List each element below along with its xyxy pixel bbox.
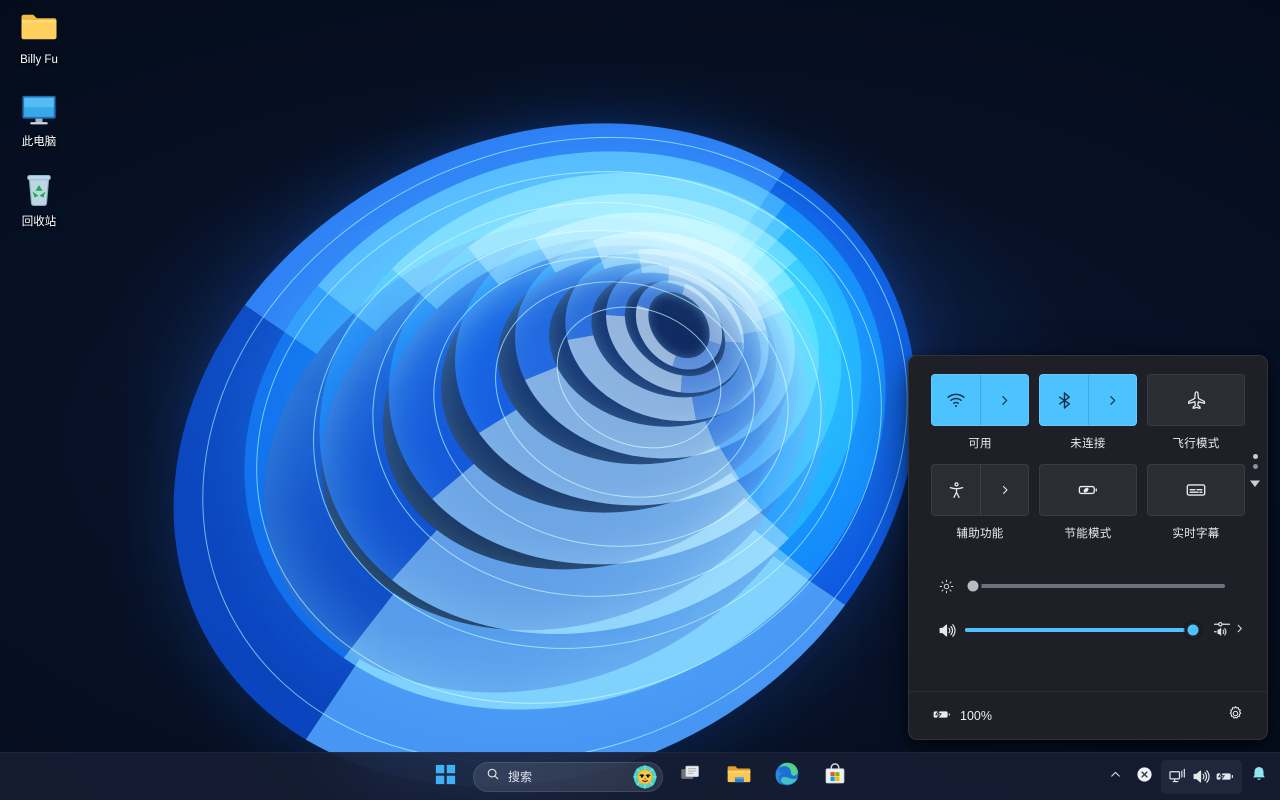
tray-overflow-button[interactable] (1103, 761, 1128, 793)
system-tray (1103, 753, 1274, 800)
quick-tile-energy-saver: 节能模式 (1039, 464, 1137, 554)
desktop[interactable]: Billy Fu 此电脑 回收站 (0, 0, 1280, 800)
energy-saver-toggle-button[interactable] (1040, 465, 1136, 515)
quick-settings-footer: 100% (909, 691, 1267, 739)
quick-settings-tile-grid: 可用 (909, 356, 1267, 554)
live-captions-tile-label: 实时字幕 (1172, 525, 1219, 541)
network-icon[interactable] (1168, 767, 1187, 786)
pager-dot-1[interactable] (1253, 454, 1258, 459)
microsoft-store-button[interactable] (815, 757, 855, 797)
search-input[interactable]: 搜索 (508, 768, 624, 785)
brightness-icon (931, 579, 961, 594)
desktop-icon-label: 此电脑 (2, 135, 76, 149)
battery-charging-icon[interactable] (1214, 766, 1235, 787)
chevron-right-icon (999, 484, 1011, 496)
chevron-down-icon[interactable] (1249, 475, 1261, 493)
search-icon (486, 767, 500, 786)
close-circle-icon (1136, 766, 1153, 788)
desktop-icon-label: 回收站 (2, 215, 76, 229)
volume-icon (931, 621, 961, 640)
bluetooth-expand-button[interactable] (1088, 375, 1136, 425)
accessibility-tile[interactable] (931, 464, 1029, 516)
store-icon (823, 762, 847, 791)
chevron-right-icon[interactable] (1234, 621, 1245, 639)
gear-icon (1227, 709, 1244, 726)
energy-saver-tile[interactable] (1039, 464, 1137, 516)
file-explorer-button[interactable] (719, 757, 759, 797)
edge-icon (774, 761, 800, 792)
airplane-toggle-button[interactable] (1148, 375, 1244, 425)
chevron-right-icon (1106, 394, 1119, 407)
bluetooth-icon (1055, 391, 1074, 410)
taskbar-center-group: 搜索 (425, 753, 855, 800)
pager-dot-2[interactable] (1253, 464, 1258, 469)
wifi-expand-button[interactable] (980, 375, 1028, 425)
notifications-button[interactable] (1244, 761, 1274, 793)
bluetooth-tile-label: 未连接 (1070, 435, 1105, 451)
desktop-icon-label: Billy Fu (2, 53, 76, 67)
volume-output-selector[interactable] (1201, 618, 1245, 643)
volume-slider-fill (965, 628, 1193, 632)
folder-icon (2, 6, 76, 50)
task-view-icon (679, 762, 703, 791)
volume-slider-track[interactable] (965, 628, 1193, 632)
airplane-tile-label: 飞行模式 (1172, 435, 1219, 451)
airplane-tile[interactable] (1147, 374, 1245, 426)
wifi-icon (946, 390, 966, 410)
file-explorer-icon (726, 761, 752, 792)
search-box[interactable]: 搜索 (473, 762, 663, 792)
microsoft-edge-button[interactable] (767, 757, 807, 797)
bell-icon (1250, 765, 1268, 788)
battery-percent-label: 100% (960, 709, 992, 723)
brightness-slider-thumb[interactable] (964, 578, 981, 595)
energy-saver-icon (1077, 479, 1099, 501)
bluetooth-tile[interactable] (1039, 374, 1137, 426)
quick-tile-airplane: 飞行模式 (1147, 374, 1245, 464)
quick-settings-sliders (909, 554, 1267, 656)
brightness-slider-row[interactable] (931, 564, 1245, 608)
windows-logo-icon (435, 764, 456, 790)
accessibility-toggle-button[interactable] (932, 465, 980, 515)
quick-tile-accessibility: 辅助功能 (931, 464, 1029, 554)
chevron-up-icon (1109, 768, 1122, 786)
volume-slider-row[interactable] (931, 608, 1245, 652)
tray-status-group[interactable] (1161, 760, 1242, 794)
this-pc-monitor-icon (2, 88, 76, 132)
bluetooth-toggle-button[interactable] (1040, 375, 1088, 425)
lion-avatar-icon[interactable] (632, 764, 658, 790)
desktop-icon-recycle-bin[interactable]: 回收站 (2, 168, 76, 229)
live-captions-toggle-button[interactable] (1148, 465, 1244, 515)
accessibility-tile-label: 辅助功能 (956, 525, 1003, 541)
energy-saver-tile-label: 节能模式 (1064, 525, 1111, 541)
accessibility-expand-button[interactable] (980, 465, 1028, 515)
task-view-button[interactable] (671, 757, 711, 797)
quick-settings-pager[interactable] (1249, 454, 1261, 493)
wifi-tile[interactable] (931, 374, 1029, 426)
quick-settings-panel[interactable]: 可用 (908, 355, 1268, 740)
start-button[interactable] (425, 757, 465, 797)
brightness-slider-track[interactable] (965, 584, 1225, 588)
wifi-tile-label: 可用 (968, 435, 992, 451)
live-captions-icon (1185, 479, 1207, 501)
tray-status-button[interactable] (1130, 761, 1159, 793)
quick-tile-bluetooth: 未连接 (1039, 374, 1137, 464)
quick-tile-live-captions: 实时字幕 (1147, 464, 1245, 554)
recycle-bin-icon (2, 168, 76, 212)
taskbar[interactable]: 搜索 (0, 752, 1280, 800)
settings-button[interactable] (1222, 700, 1249, 732)
airplane-icon (1186, 390, 1207, 411)
live-captions-tile[interactable] (1147, 464, 1245, 516)
accessibility-icon (947, 481, 966, 500)
volume-icon[interactable] (1191, 767, 1210, 786)
audio-output-selector-icon (1212, 618, 1232, 643)
volume-slider-thumb[interactable] (1185, 622, 1202, 639)
desktop-icon-this-pc[interactable]: 此电脑 (2, 88, 76, 149)
wifi-toggle-button[interactable] (932, 375, 980, 425)
quick-tile-wifi: 可用 (931, 374, 1029, 464)
battery-charging-icon (931, 704, 952, 728)
battery-status[interactable]: 100% (931, 704, 992, 728)
chevron-right-icon (998, 394, 1011, 407)
desktop-icon-billy-fu[interactable]: Billy Fu (2, 6, 76, 67)
